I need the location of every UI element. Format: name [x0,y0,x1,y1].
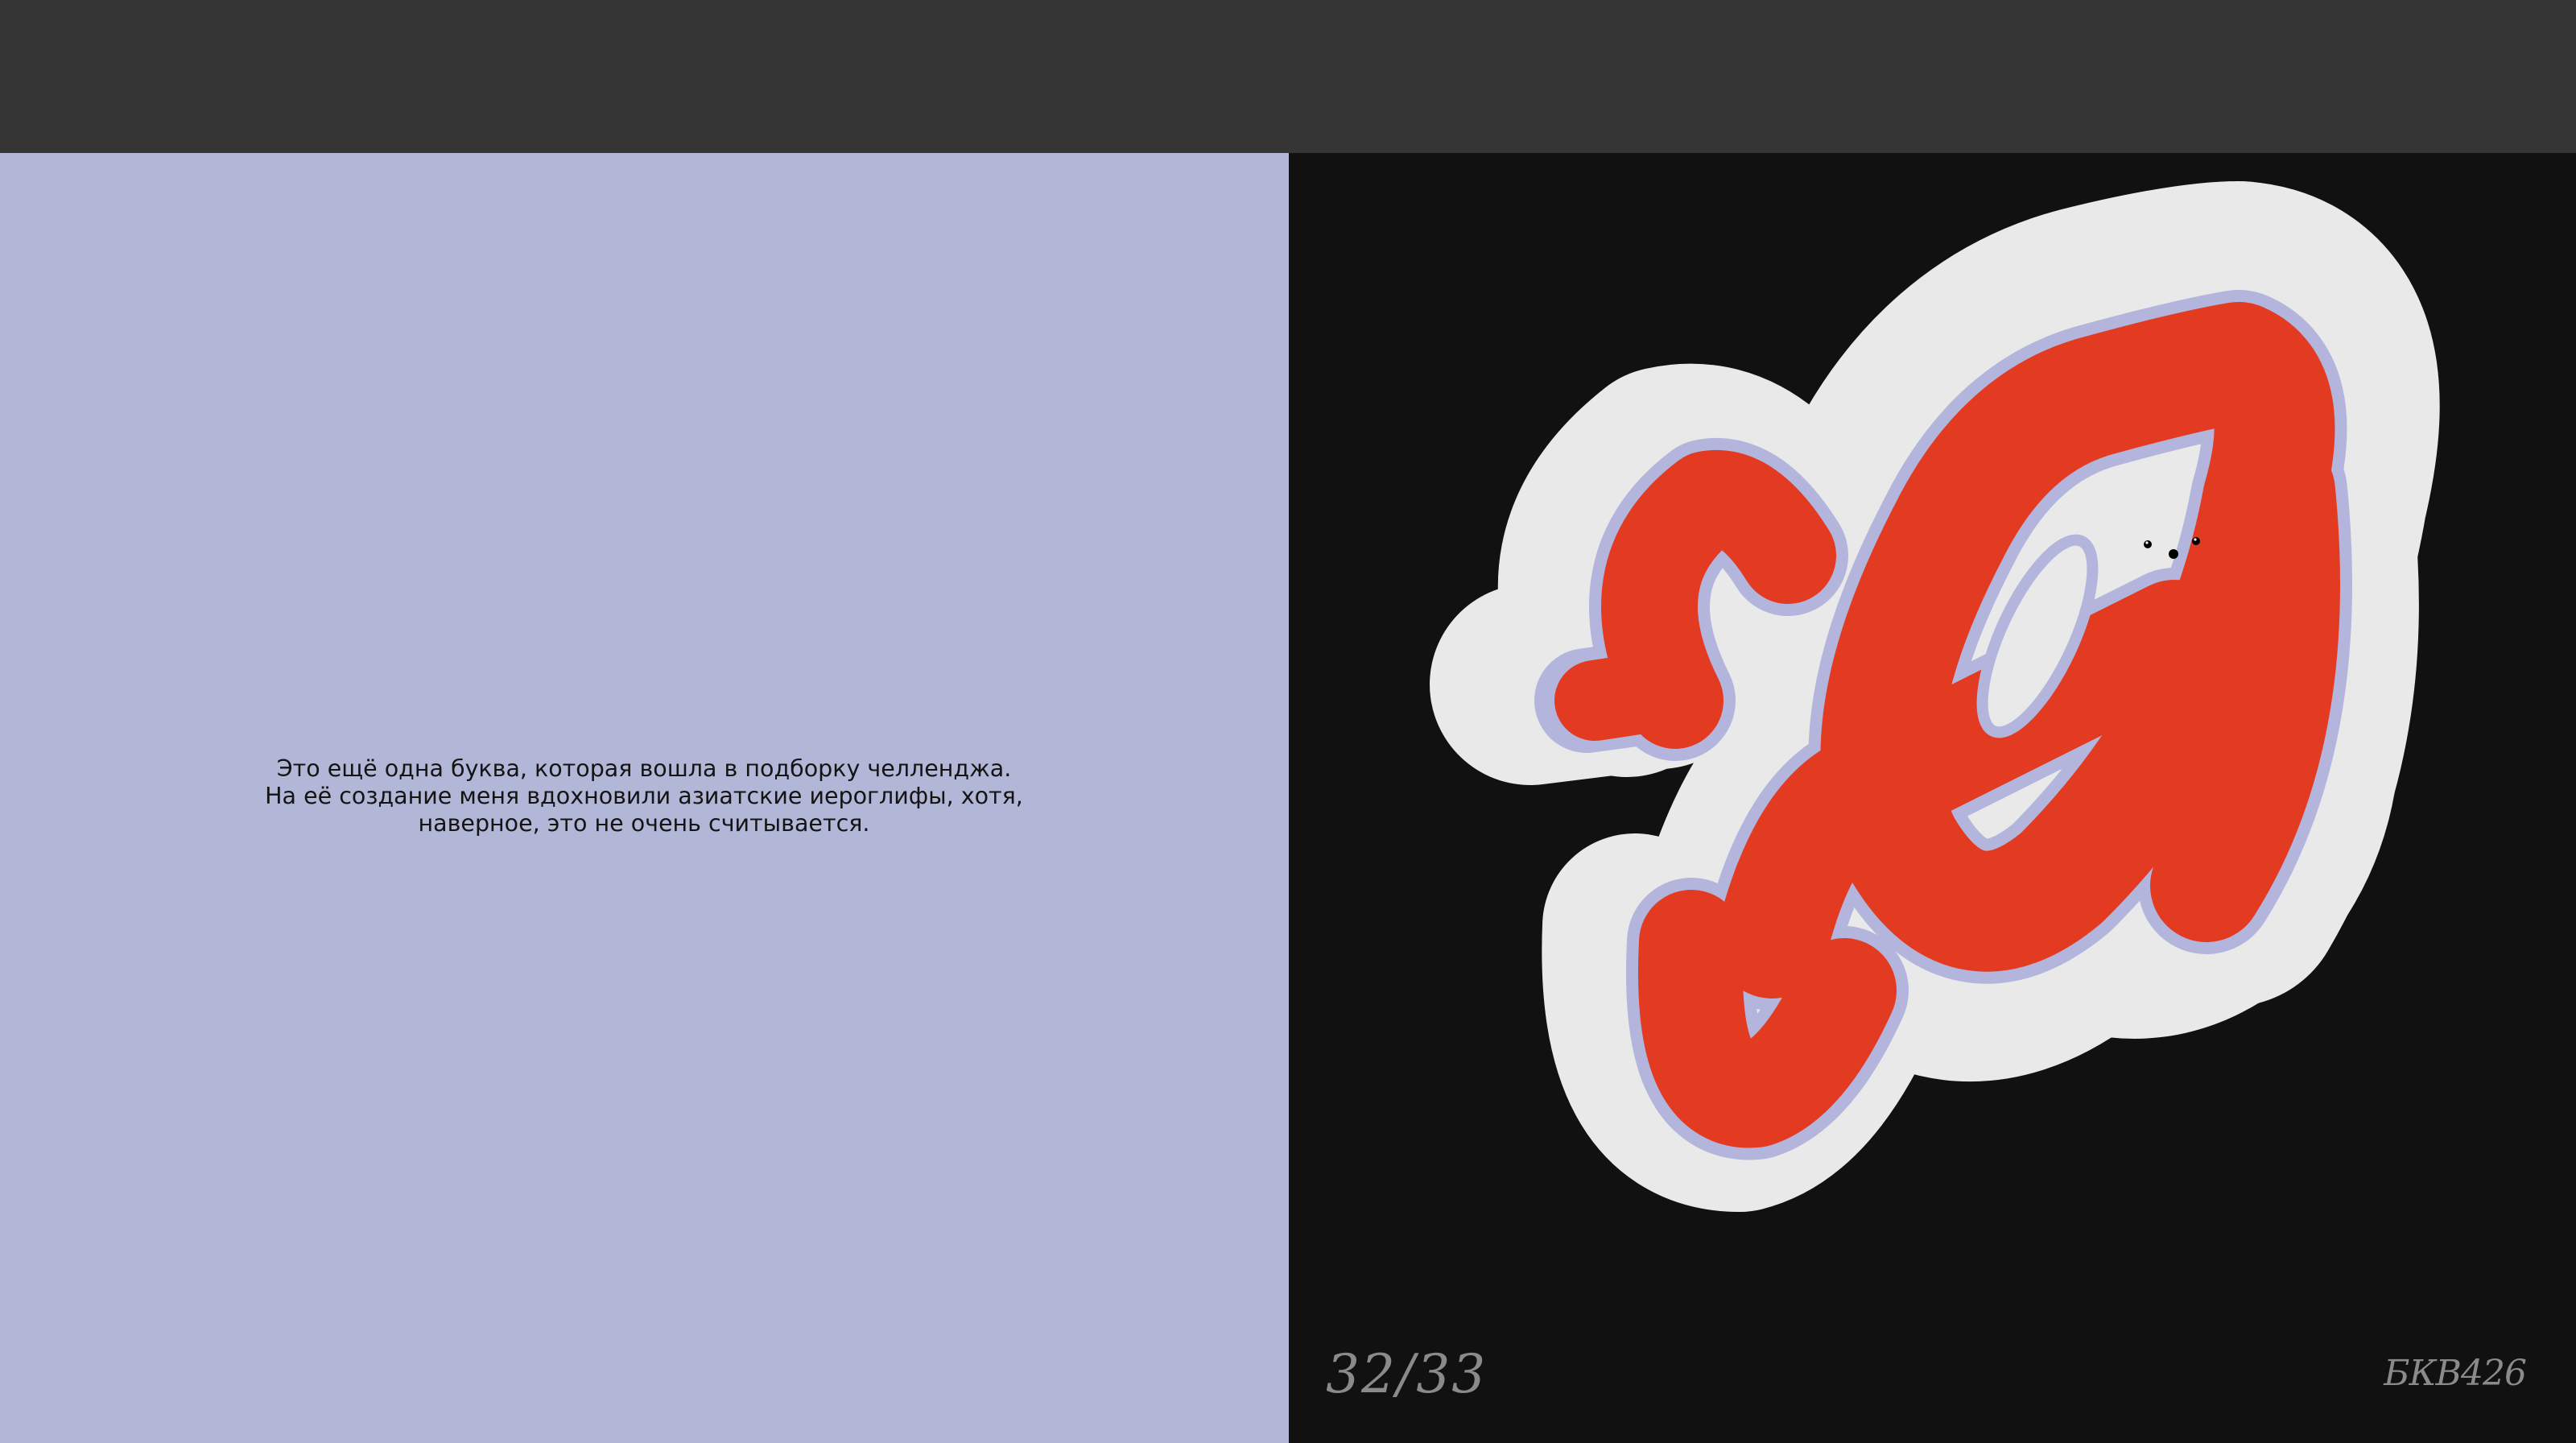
left-eye [2144,540,2152,548]
description-line-2: На её создание меня вдохновили азиатские… [265,783,1023,809]
letter-sticker-artwork [1430,181,2440,1212]
left-page: Это ещё одна буква, которая вошла в подб… [0,153,1289,1443]
description-line-1: Это ещё одна буква, которая вошла в подб… [276,755,1012,782]
page-number: 32/33 [1326,1343,1488,1405]
artist-signature: БКВ426 [2384,1353,2527,1394]
mouth [2169,549,2178,559]
book-spread: Это ещё одна буква, которая вошла в подб… [0,153,2576,1443]
viewer-toolbar [0,0,2576,153]
description-line-3: наверное, это не очень считывается. [418,810,870,837]
page-description: Это ещё одна буква, которая вошла в подб… [161,755,1127,837]
right-page: 32/33 БКВ426 [1289,153,2576,1443]
right-eye [2192,537,2200,545]
